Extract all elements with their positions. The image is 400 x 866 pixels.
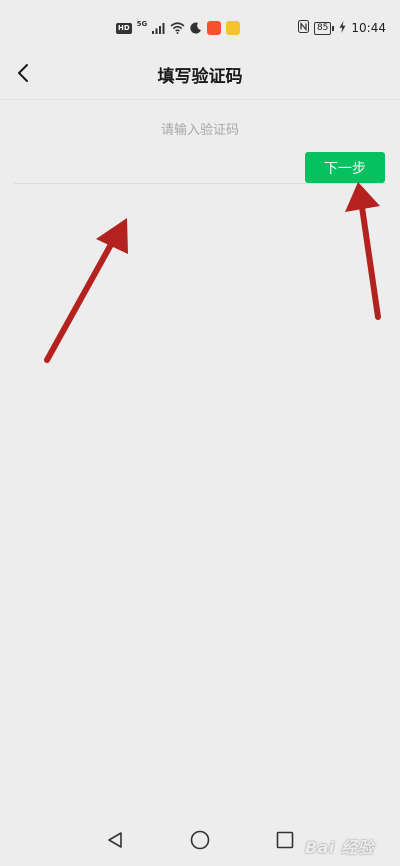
system-back-button[interactable] [103, 830, 127, 854]
clock: 10:44 [351, 21, 386, 35]
page-title: 填写验证码 [157, 67, 243, 87]
header-divider [0, 99, 400, 100]
news-app-icon [226, 21, 241, 35]
wifi-icon [170, 19, 185, 38]
moon-icon [190, 19, 202, 38]
status-bar: HD 5G 85 10:44 [0, 0, 400, 58]
system-navigation-bar: Bai 经验 [0, 818, 400, 866]
taobao-app-icon [207, 21, 222, 35]
input-underline [14, 183, 386, 184]
recents-square-icon [276, 831, 294, 853]
system-recents-button[interactable] [273, 830, 297, 854]
status-left-icons: HD 5G [116, 19, 241, 38]
home-circle-icon [190, 830, 210, 854]
charging-icon [339, 20, 346, 36]
annotation-arrow-next-button [345, 182, 381, 320]
annotation-arrow-input [44, 218, 128, 363]
verification-code-input[interactable] [14, 116, 386, 144]
baidu-jingyan-watermark: Bai 经验 [304, 838, 374, 857]
next-step-button[interactable]: 下一步 [305, 152, 385, 183]
signal-icon [152, 19, 165, 38]
status-right-icons: 85 10:44 [297, 19, 386, 37]
battery-level: 85 [313, 21, 332, 35]
nfc-icon [297, 20, 309, 36]
battery-indicator: 85 [313, 21, 335, 35]
network-type-label: 5G [136, 20, 148, 28]
battery-cap [332, 25, 335, 31]
hd-badge: HD [116, 22, 132, 34]
nav-header: 填写验证码 [0, 58, 400, 100]
system-home-button[interactable] [188, 830, 212, 854]
back-triangle-icon [106, 831, 124, 853]
